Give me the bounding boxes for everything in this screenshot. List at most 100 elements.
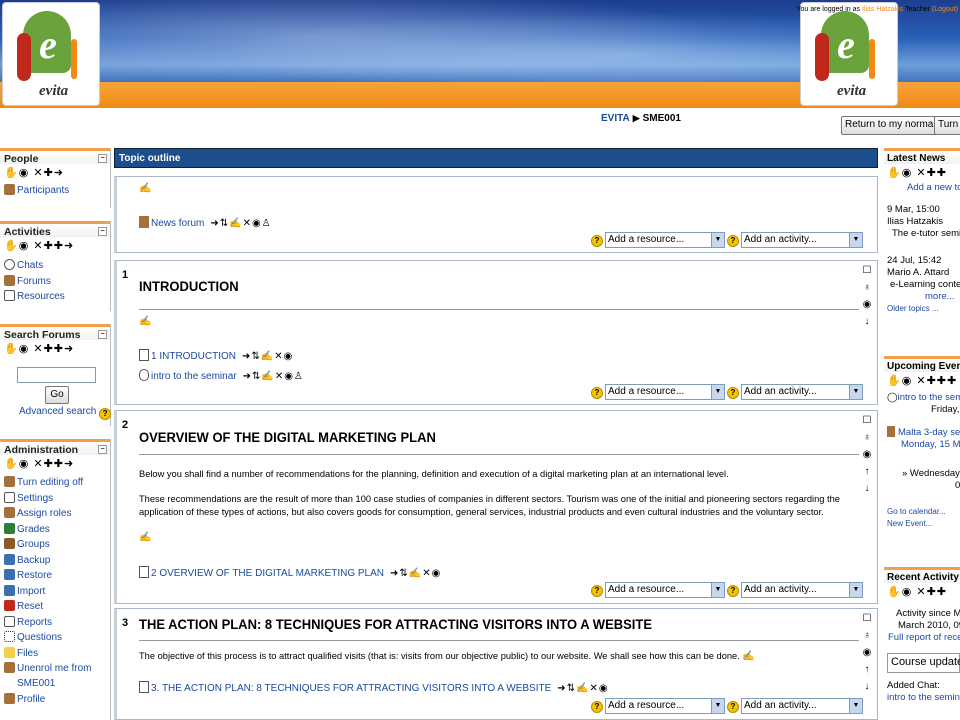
sidebar-item-label[interactable]: Resources <box>17 291 65 302</box>
add-resource-select[interactable]: Add a resource... ▼ <box>605 384 725 400</box>
activity-news-forum[interactable]: News forum ➜⇅✍✕◉♙ <box>139 216 272 229</box>
activity-action-plan[interactable]: 3. THE ACTION PLAN: 8 TECHNIQUES FOR ATT… <box>139 681 609 694</box>
added-chat-link[interactable]: intro to the seminar <box>884 692 960 704</box>
admin-item-label[interactable]: Import <box>17 586 45 597</box>
admin-item-files[interactable]: Files <box>0 646 110 663</box>
admin-item-label[interactable]: Groups <box>17 539 50 550</box>
full-report-link[interactable]: Full report of recent a <box>884 632 960 644</box>
login-user-link[interactable]: Ilias Hatzakis <box>862 6 903 13</box>
sidebar-item-resources[interactable]: Resources <box>0 290 110 306</box>
admin-item-reports[interactable]: Reports <box>0 615 110 632</box>
help-icon[interactable]: ? <box>591 585 603 597</box>
collapse-icon[interactable]: − <box>98 227 107 236</box>
older-topics-link[interactable]: Older topics ... <box>884 303 960 315</box>
highlight-checkbox-icon[interactable]: ☐ <box>861 265 873 282</box>
move-up-icon[interactable]: ↑ <box>861 466 873 483</box>
admin-item-groups[interactable]: Groups <box>0 538 110 554</box>
add-activity-select[interactable]: Add an activity... ▼ <box>741 582 863 598</box>
upcoming-events-controls[interactable]: ✋◉ ✕✚✚✚ <box>884 372 960 388</box>
eye-icon[interactable]: ◉ <box>861 449 873 466</box>
help-icon[interactable]: ? <box>591 387 603 399</box>
event-date[interactable]: Monday, 15 March <box>884 439 960 451</box>
event-date[interactable]: » Wednesday, 1 <box>884 468 960 480</box>
recent-activity-controls[interactable]: ✋◉ ✕✚✚ <box>884 583 960 599</box>
move-down-icon[interactable]: ↓ <box>861 681 873 698</box>
admin-item-grades[interactable]: Grades <box>0 522 110 539</box>
help-icon[interactable]: ? <box>591 701 603 713</box>
sidebar-item-participants[interactable]: Participants <box>0 184 110 200</box>
event-name[interactable]: Malta 3-day seminar <box>898 427 960 438</box>
advanced-search-link[interactable]: Advanced search ? <box>19 406 112 420</box>
admin-item-turn-editing-off[interactable]: Turn editing off <box>0 476 110 492</box>
advanced-search-label[interactable]: Advanced search <box>19 406 96 417</box>
lightbulb-icon[interactable]: ♁ <box>861 630 873 647</box>
search-forums-input[interactable] <box>17 367 96 383</box>
sidebar-item-label[interactable]: Chats <box>17 260 43 271</box>
news-more-link[interactable]: more... <box>884 291 960 303</box>
admin-item-restore[interactable]: Restore <box>0 569 110 585</box>
admin-item-label[interactable]: Settings <box>17 493 53 504</box>
add-activity-select[interactable]: Add an activity... ▼ <box>741 232 863 248</box>
move-down-icon[interactable]: ↓ <box>861 483 873 500</box>
collapse-icon[interactable]: − <box>98 445 107 454</box>
admin-item-label[interactable]: Reports <box>17 617 52 628</box>
admin-item-settings[interactable]: Settings <box>0 491 110 508</box>
news-item-text[interactable]: The e-tutor seminar <box>884 228 960 240</box>
help-icon[interactable]: ? <box>591 235 603 247</box>
admin-item-label[interactable]: Grades <box>17 524 50 535</box>
help-icon[interactable]: ? <box>727 701 739 713</box>
admin-item-import[interactable]: Import <box>0 584 110 601</box>
admin-item-profile[interactable]: Profile <box>0 693 110 709</box>
event-name[interactable]: intro to the seminar <box>898 392 960 403</box>
admin-item-label[interactable]: Turn editing off <box>17 477 83 488</box>
admin-item-questions[interactable]: Questions <box>0 631 110 647</box>
add-resource-select[interactable]: Add a resource... ▼ <box>605 582 725 598</box>
admin-item-reset[interactable]: Reset <box>0 600 110 616</box>
new-event-link[interactable]: New Event... <box>884 518 960 530</box>
admin-item-label[interactable]: Files <box>17 648 38 659</box>
add-resource-select[interactable]: Add a resource... ▼ <box>605 698 725 714</box>
activity-edit-tools[interactable]: ➜⇅✍✕◉ <box>242 351 293 362</box>
activity-edit-tools[interactable]: ➜⇅✍✕◉ <box>390 568 441 579</box>
move-down-icon[interactable]: ↓ <box>861 316 873 333</box>
admin-item-backup[interactable]: Backup <box>0 553 110 570</box>
sidebar-item-label[interactable]: Participants <box>17 185 69 196</box>
admin-item-unenrol[interactable]: Unenrol me from <box>0 662 110 678</box>
activity-label[interactable]: 2 OVERVIEW OF THE DIGITAL MARKETING PLAN <box>151 568 384 579</box>
admin-item-label[interactable]: Questions <box>17 632 62 643</box>
help-icon[interactable]: ? <box>99 408 112 420</box>
activity-edit-tools[interactable]: ➜⇅✍✕◉♙ <box>243 371 304 382</box>
admin-item-label[interactable]: Unenrol me from <box>17 663 91 674</box>
edit-summary-icon[interactable]: ✍ <box>139 316 151 327</box>
admin-item-label[interactable]: Restore <box>17 570 52 581</box>
latest-news-controls[interactable]: ✋◉ ✕✚✚ <box>884 164 960 180</box>
activity-overview-plan[interactable]: 2 OVERVIEW OF THE DIGITAL MARKETING PLAN… <box>139 566 441 579</box>
eye-icon[interactable]: ◉ <box>861 647 873 664</box>
breadcrumb-home[interactable]: EVITA <box>601 113 630 124</box>
lightbulb-icon[interactable]: ♁ <box>861 282 873 299</box>
search-go-button[interactable]: Go <box>45 386 69 404</box>
sidebar-item-chats[interactable]: Chats <box>0 259 110 275</box>
activities-block-controls[interactable]: ✋◉ ✕✚✚➜ <box>0 237 110 253</box>
activity-intro-seminar[interactable]: intro to the seminar ➜⇅✍✕◉♙ <box>139 369 304 382</box>
add-resource-select[interactable]: Add a resource... ▼ <box>605 232 725 248</box>
sidebar-item-forums[interactable]: Forums <box>0 274 110 291</box>
add-activity-select[interactable]: Add an activity... ▼ <box>741 384 863 400</box>
edit-summary-icon[interactable]: ✍ <box>742 651 754 662</box>
search-forums-controls[interactable]: ✋◉ ✕✚✚➜ <box>0 340 110 356</box>
go-to-calendar-link[interactable]: Go to calendar... <box>884 506 960 518</box>
admin-item-label[interactable]: Assign roles <box>17 508 71 519</box>
edit-summary-icon[interactable]: ✍ <box>139 183 151 194</box>
collapse-icon[interactable]: − <box>98 154 107 163</box>
edit-summary-icon[interactable]: ✍ <box>139 532 151 543</box>
help-icon[interactable]: ? <box>727 387 739 399</box>
admin-item-label[interactable]: Backup <box>17 555 50 566</box>
administration-controls[interactable]: ✋◉ ✕✚✚➜ <box>0 455 110 471</box>
admin-item-unenrol-course[interactable]: SME001 <box>0 678 110 694</box>
admin-item-label[interactable]: Reset <box>17 601 43 612</box>
collapse-icon[interactable]: − <box>98 330 107 339</box>
activity-edit-tools[interactable]: ➜⇅✍✕◉ <box>557 683 608 694</box>
admin-item-assign-roles[interactable]: Assign roles <box>0 507 110 523</box>
lightbulb-icon[interactable]: ♁ <box>861 432 873 449</box>
activity-label[interactable]: 1 INTRODUCTION <box>151 351 236 362</box>
